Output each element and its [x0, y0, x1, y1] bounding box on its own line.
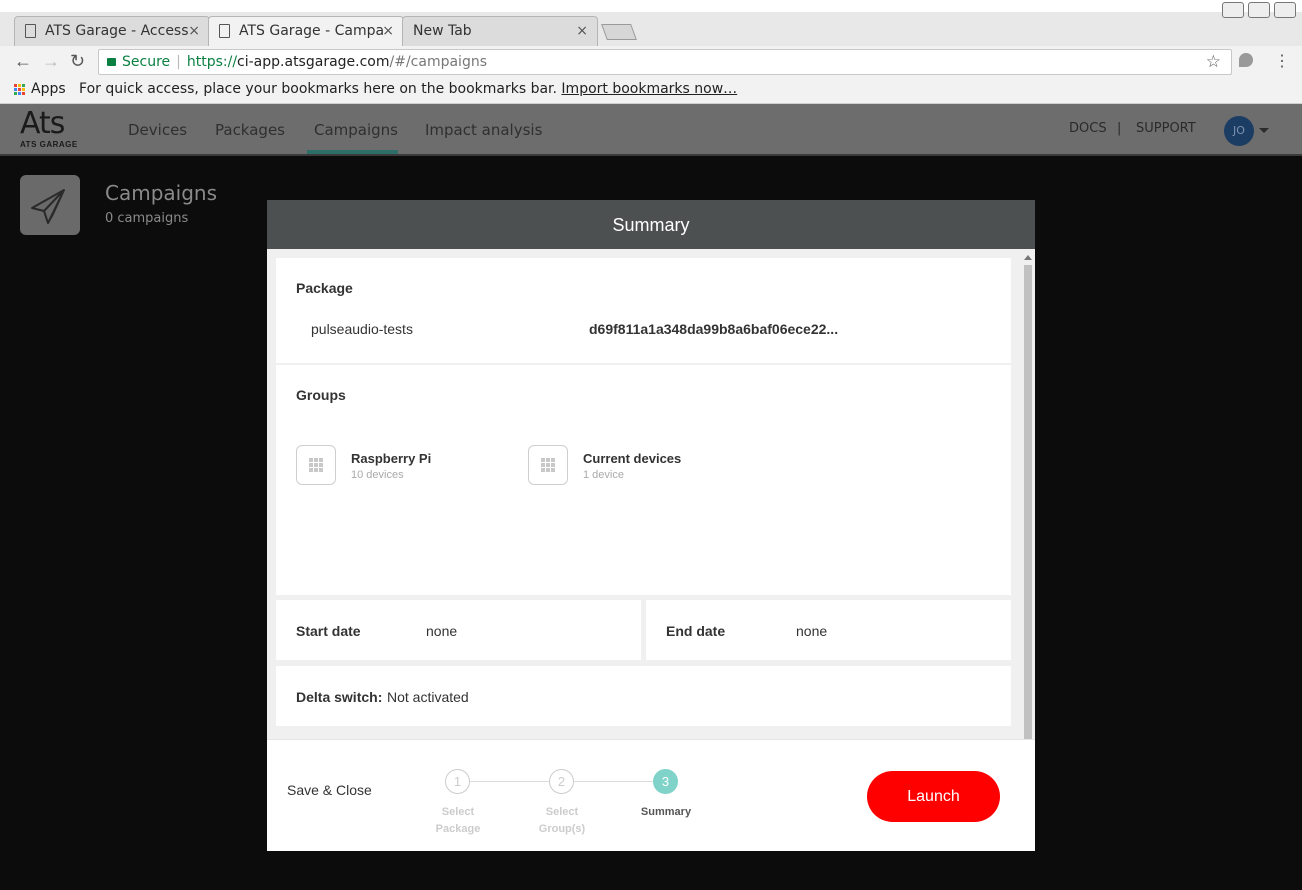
close-tab-icon[interactable]: ×	[576, 23, 588, 39]
chevron-down-icon[interactable]	[1259, 128, 1269, 133]
docs-link[interactable]: DOCS	[1069, 121, 1107, 136]
start-date-value: none	[426, 623, 458, 639]
package-hash: d69f811a1a348da99b8a6baf06ece22...	[589, 321, 839, 337]
tab-title: New Tab	[413, 23, 472, 39]
user-avatar[interactable]: JO	[1224, 116, 1254, 146]
group-name: Raspberry Pi	[351, 451, 432, 466]
maximize-button[interactable]	[1248, 2, 1270, 18]
groups-heading: Groups	[296, 387, 346, 403]
nav-devices[interactable]: Devices	[128, 121, 187, 139]
apps-grid-icon[interactable]	[14, 83, 25, 95]
step-2-label: Select Group(s)	[538, 806, 586, 835]
window-controls	[1222, 2, 1296, 18]
package-card: Package pulseaudio-tests d69f811a1a348da…	[276, 258, 1011, 363]
scroll-up-arrow-icon[interactable]	[1024, 255, 1032, 260]
browser-tab-active[interactable]: ATS Garage - Campa ×	[208, 16, 404, 46]
end-date-card: End date none	[646, 600, 1011, 660]
active-nav-indicator	[307, 150, 398, 154]
group-grid-icon	[296, 445, 336, 485]
package-name: pulseaudio-tests	[311, 321, 413, 337]
url-path: /#/campaigns	[389, 54, 488, 70]
campaign-paper-plane-icon	[20, 175, 80, 235]
window-close-button[interactable]	[1274, 2, 1296, 18]
nav-campaigns[interactable]: Campaigns	[314, 121, 398, 139]
browser-tab[interactable]: New Tab ×	[402, 16, 598, 46]
start-date-card: Start date none	[276, 600, 641, 660]
step-1-label: Select Package	[435, 806, 481, 835]
header-divider: |	[1117, 121, 1122, 136]
close-tab-icon[interactable]: ×	[382, 23, 394, 39]
new-tab-button[interactable]	[601, 24, 637, 40]
apps-label[interactable]: Apps	[31, 81, 66, 97]
end-date-value: none	[796, 623, 828, 639]
nav-impact-analysis[interactable]: Impact analysis	[425, 121, 542, 139]
browser-tab[interactable]: ATS Garage - Access ×	[14, 16, 210, 46]
extension-icon[interactable]	[1239, 53, 1253, 67]
delta-switch-card: Delta switch: Not activated	[276, 666, 1011, 726]
tab-title: ATS Garage - Campa	[239, 23, 385, 39]
summary-modal: Summary Package pulseaudio-tests d69f811…	[267, 200, 1035, 851]
delta-switch-label: Delta switch:	[296, 689, 383, 705]
step-2-circle[interactable]: 2	[549, 769, 574, 794]
step-1-circle[interactable]: 1	[445, 769, 470, 794]
modal-title: Summary	[267, 200, 1035, 249]
group-grid-icon	[528, 445, 568, 485]
minimize-button[interactable]	[1222, 2, 1244, 18]
url-scheme: https://	[186, 54, 238, 70]
save-close-button[interactable]: Save & Close	[287, 782, 372, 798]
forward-arrow-icon[interactable]: →	[42, 51, 60, 72]
address-bar[interactable]: Secure | https://ci-app.atsgarage.com/#/ca…	[98, 49, 1232, 75]
delta-switch-value: Not activated	[387, 689, 469, 705]
browser-menu-icon[interactable]: ⋮	[1274, 51, 1290, 71]
nav-packages[interactable]: Packages	[215, 121, 285, 139]
close-tab-icon[interactable]: ×	[188, 23, 200, 39]
end-date-label: End date	[666, 623, 726, 639]
package-heading: Package	[296, 280, 353, 296]
lock-icon	[107, 58, 116, 66]
modal-body: Package pulseaudio-tests d69f811a1a348da…	[267, 249, 1035, 739]
logo-subtext: ATS GARAGE	[20, 140, 78, 149]
bookmarks-bar: Apps For quick access, place your bookma…	[0, 78, 1302, 104]
launch-button[interactable]: Launch	[867, 771, 1000, 822]
page-title: Campaigns	[105, 181, 218, 205]
logo-text: Ats	[20, 106, 65, 141]
group-device-count: 1 device	[583, 469, 624, 481]
document-icon	[219, 24, 230, 38]
browser-toolbar: ← → ↻ Secure | https://ci-app.atsgarage.co…	[0, 46, 1302, 78]
import-bookmarks-link[interactable]: Import bookmarks now…	[561, 81, 737, 97]
step-3-circle[interactable]: 3	[653, 769, 678, 794]
campaign-count: 0 campaigns	[105, 211, 189, 226]
document-icon	[25, 24, 36, 38]
bookmarks-hint: For quick access, place your bookmarks h…	[79, 81, 557, 97]
step-3-label: Summary	[640, 806, 692, 818]
app-header: Ats ATS GARAGE Devices Packages Campaign…	[0, 104, 1302, 156]
back-arrow-icon[interactable]: ←	[14, 51, 32, 72]
stepper-line	[470, 781, 549, 782]
group-device-count: 10 devices	[351, 469, 404, 481]
url-host: ci-app.atsgarage.com	[237, 54, 390, 70]
reload-icon[interactable]: ↻	[70, 51, 85, 72]
tab-title: ATS Garage - Access	[45, 23, 189, 39]
groups-card: Groups Raspberry Pi 10 devices Current d…	[276, 365, 1011, 595]
support-link[interactable]: SUPPORT	[1136, 121, 1196, 136]
bookmark-star-icon[interactable]: ☆	[1206, 52, 1221, 72]
ats-logo[interactable]: Ats ATS GARAGE	[20, 106, 78, 150]
secure-label: Secure	[122, 54, 171, 70]
group-name: Current devices	[583, 451, 682, 466]
stepper-line	[574, 781, 653, 782]
modal-footer: Save & Close 1 2 3 Select Package Select…	[267, 739, 1035, 851]
browser-tab-strip: ATS Garage - Access × ATS Garage - Campa…	[0, 0, 1302, 46]
start-date-label: Start date	[296, 623, 361, 639]
url-separator: |	[176, 54, 181, 70]
